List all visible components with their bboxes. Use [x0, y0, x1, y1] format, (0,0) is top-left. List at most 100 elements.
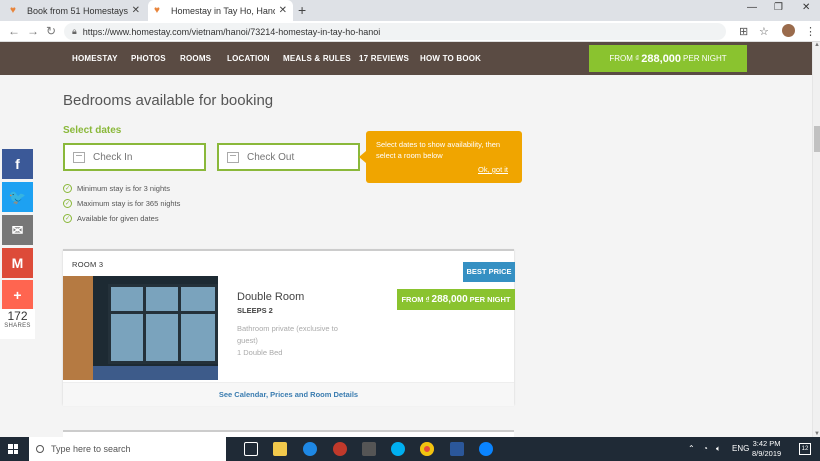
clock-time: 3:42 PM: [752, 439, 781, 448]
calendar-icon: [227, 151, 239, 163]
room-photo[interactable]: [63, 276, 218, 380]
nav-location[interactable]: LOCATION: [227, 42, 270, 75]
nav-photos[interactable]: PHOTOS: [131, 42, 166, 75]
share-count: 172 SHARES: [0, 309, 35, 339]
tray-chevron-icon[interactable]: ⌃: [688, 444, 695, 453]
page-scrollbar[interactable]: ▲ ▼: [812, 42, 820, 437]
facebook-icon: f: [15, 156, 20, 172]
price-suffix: PER NIGHT: [683, 54, 727, 63]
email-share-button[interactable]: ✉: [2, 215, 33, 245]
tooltip-ok-link[interactable]: Ok, got it: [478, 164, 508, 175]
twitter-icon: 🐦: [8, 188, 27, 205]
translate-icon[interactable]: ⊞: [739, 25, 748, 38]
rule-text: Available for given dates: [77, 214, 159, 223]
price-currency: ₫: [425, 295, 430, 304]
check-out-input[interactable]: [247, 151, 347, 163]
word-icon[interactable]: [450, 442, 464, 456]
more-share-button[interactable]: +: [2, 280, 33, 310]
best-price-badge: BEST PRICE: [463, 262, 515, 282]
minimize-icon[interactable]: —: [747, 2, 757, 13]
price-amount: 288,000: [641, 52, 682, 65]
media-app-icon[interactable]: [333, 442, 347, 456]
homestay-favicon-icon: ♥: [154, 5, 160, 16]
calendar-icon: [73, 151, 85, 163]
task-view-icon[interactable]: [244, 442, 258, 456]
homestay-favicon-icon: ♥: [10, 5, 16, 16]
clock-date: 8/9/2019: [752, 449, 782, 458]
room-details-link[interactable]: See Calendar, Prices and Room Details: [63, 382, 514, 406]
forward-icon[interactable]: →: [27, 24, 39, 38]
facebook-share-button[interactable]: f: [2, 149, 33, 179]
scrollbar-thumb[interactable]: [814, 126, 820, 152]
twitter-share-button[interactable]: 🐦: [2, 182, 33, 212]
taskbar-search[interactable]: Type here to search: [29, 437, 226, 461]
volume-icon[interactable]: 🔈︎: [716, 444, 721, 454]
language-indicator[interactable]: ENG: [732, 444, 749, 453]
room-name[interactable]: Double Room: [237, 291, 304, 303]
price-currency: ₫: [635, 54, 640, 63]
bedrooms-heading: Bedrooms available for booking: [63, 92, 274, 109]
rule-max-stay: ✓ Maximum stay is for 365 nights: [63, 199, 180, 208]
room-sleeps: SLEEPS 2: [237, 306, 273, 315]
browser-tab-1[interactable]: ♥ Book from 51 Homestays in Hanoi ✕: [4, 0, 146, 21]
nav-meals-rules[interactable]: MEALS & RULES: [283, 42, 351, 75]
lock-icon: 🔒︎: [72, 26, 77, 36]
gmail-share-button[interactable]: M: [2, 248, 33, 278]
gmail-icon: M: [11, 255, 24, 271]
chrome-icon[interactable]: [420, 442, 434, 456]
menu-kebab-icon[interactable]: ⋮: [805, 25, 816, 38]
bookmark-star-icon[interactable]: ☆: [759, 25, 769, 38]
close-tab-icon[interactable]: ✕: [132, 5, 140, 16]
room-amenity: Bathroom private (exclusive to: [237, 324, 338, 333]
taskbar-clock[interactable]: 3:42 PM 8/9/2019: [752, 439, 781, 459]
check-in-field[interactable]: [63, 143, 206, 171]
room-card: ROOM 3 BEST PRICE Double Room SLEEPS 2 B…: [63, 249, 515, 406]
zalo-icon[interactable]: [479, 442, 493, 456]
dates-tooltip: Select dates to show availability, then …: [359, 131, 522, 183]
room-amenity: guest): [237, 336, 258, 345]
check-out-field[interactable]: [217, 143, 360, 171]
scroll-up-icon[interactable]: ▲: [814, 42, 820, 48]
edge-icon[interactable]: [303, 442, 317, 456]
nav-reviews[interactable]: 17 REVIEWS: [359, 42, 409, 75]
windows-start-icon[interactable]: [8, 444, 18, 454]
url-text: https://www.homestay.com/vietnam/hanoi/7…: [82, 26, 381, 37]
share-count-number: 172: [7, 309, 28, 323]
close-tab-icon[interactable]: ✕: [279, 5, 287, 16]
rule-text: Maximum stay is for 365 nights: [77, 199, 181, 208]
notifications-icon[interactable]: 12: [799, 443, 811, 455]
email-icon: ✉: [11, 221, 24, 238]
back-icon[interactable]: ←: [8, 24, 20, 38]
nav-rooms[interactable]: ROOMS: [180, 42, 211, 75]
room-label: ROOM 3: [72, 260, 104, 269]
file-explorer-icon[interactable]: [273, 442, 287, 456]
address-bar-row: ← → ↻ 🔒︎ https://www.homestay.com/vietna…: [0, 21, 820, 42]
network-icon[interactable]: ◔: [703, 444, 708, 453]
reload-icon[interactable]: ↻: [46, 24, 56, 38]
next-room-card: [63, 430, 514, 437]
tab-title: Book from 51 Homestays in Hanoi: [27, 5, 128, 16]
browser-tab-2[interactable]: ♥ Homestay in Tay Ho, Hanoi | Homestay.c…: [148, 0, 293, 21]
browser-tab-bar: ♥ Book from 51 Homestays in Hanoi ✕ ♥ Ho…: [0, 0, 820, 21]
price-amount: 288,000: [431, 294, 468, 305]
price-suffix: PER NIGHT: [469, 295, 511, 304]
check-circle-icon: ✓: [63, 184, 72, 193]
check-circle-icon: ✓: [63, 199, 72, 208]
price-prefix: FROM: [401, 295, 424, 304]
check-in-input[interactable]: [93, 151, 193, 163]
taskbar-search-placeholder: Type here to search: [51, 444, 131, 454]
profile-avatar[interactable]: [782, 24, 795, 37]
maximize-icon[interactable]: ❐: [774, 2, 783, 13]
url-field[interactable]: 🔒︎ https://www.homestay.com/vietnam/hano…: [64, 23, 726, 40]
skype-icon[interactable]: [391, 442, 405, 456]
nav-price-button[interactable]: FROM ₫ 288,000 PER NIGHT: [589, 45, 747, 72]
new-tab-icon[interactable]: +: [298, 2, 306, 18]
nav-how-to-book[interactable]: HOW TO BOOK: [420, 42, 481, 75]
nav-homestay[interactable]: HOMESTAY: [72, 42, 118, 75]
store-icon[interactable]: [362, 442, 376, 456]
share-count-label: SHARES: [4, 323, 31, 329]
tooltip-text: Select dates to show availability, then …: [376, 140, 501, 160]
room-price-button[interactable]: FROM ₫ 288,000 PER NIGHT: [397, 289, 515, 310]
close-window-icon[interactable]: ✕: [802, 2, 810, 13]
rule-available: ✓ Available for given dates: [63, 214, 159, 223]
